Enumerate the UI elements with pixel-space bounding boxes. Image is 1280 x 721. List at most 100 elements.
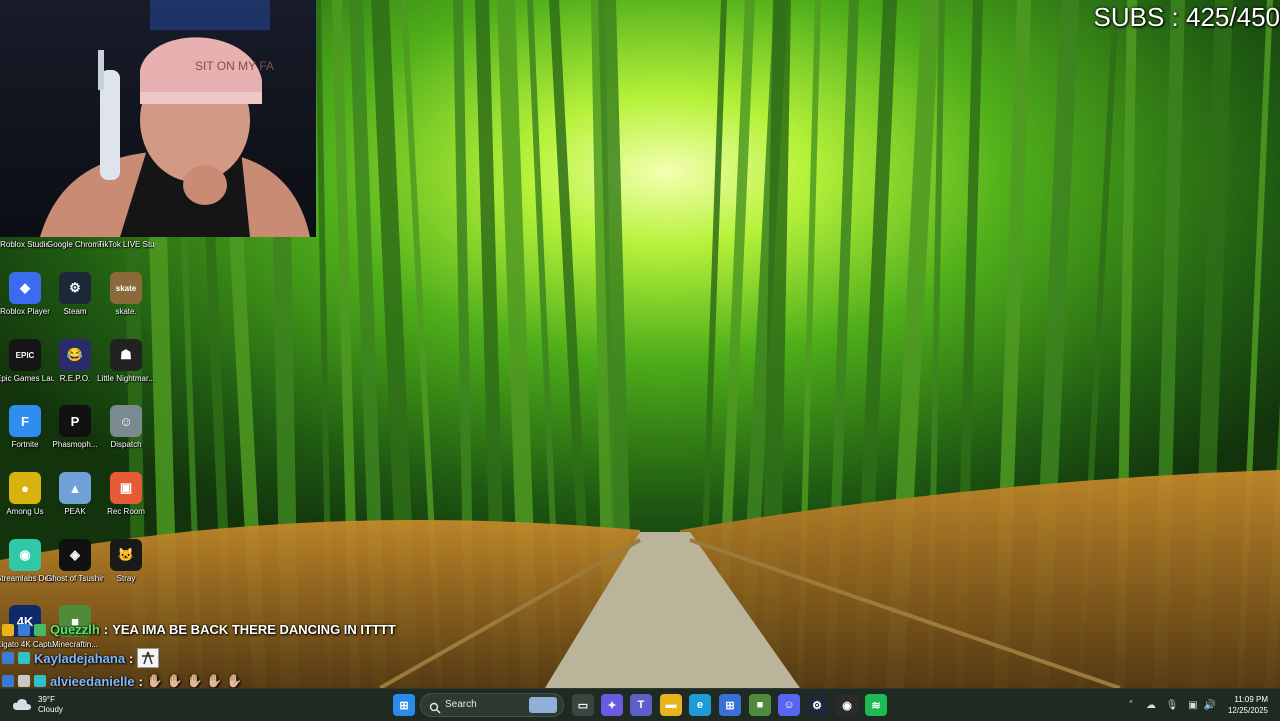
desktop-shortcut-label: PEAK (64, 507, 86, 516)
minecraft-icon: ■ (756, 699, 764, 711)
chat-separator: : (103, 622, 109, 637)
chat-badge-icon (34, 675, 46, 687)
desktop-shortcut-label: skate. (115, 307, 137, 316)
folder-icon: ▬ (665, 699, 677, 711)
search-icon (429, 699, 441, 714)
desktop-shortcut[interactable]: skate skate. (101, 272, 151, 338)
spotify-button[interactable]: ≋ (865, 694, 887, 716)
desktop-shortcut-label: Ghost of Tsushima ... (46, 574, 104, 583)
store-button[interactable]: ⊞ (719, 694, 741, 716)
among-us-icon: ● (9, 472, 41, 504)
dancer-emote-icon (137, 648, 160, 668)
epic-games-icon: EPIC (9, 339, 41, 371)
chat-badge-icon (2, 623, 14, 636)
chat-message: Quezzlh : YEA IMA BE BACK THERE DANCING … (2, 622, 396, 637)
desktop-shortcut[interactable]: ◈ Ghost of Tsushima ... (46, 539, 104, 605)
onedrive-cloud-icon[interactable]: ☁ (1144, 698, 1158, 712)
edge-button[interactable]: e (689, 694, 711, 716)
weather-condition: Cloudy (38, 705, 63, 714)
store-icon: ⊞ (725, 699, 735, 712)
desktop-shortcut[interactable]: ▣ Rec Room (101, 472, 151, 538)
desktop-shortcut[interactable]: ● Among Us (0, 472, 50, 538)
search-placeholder: Search (445, 699, 477, 710)
cloudy-weather-icon (12, 697, 32, 713)
chat-badge-icon (2, 675, 14, 687)
teams-button[interactable]: T (630, 694, 652, 716)
task-view-button[interactable]: ▭ (572, 694, 594, 716)
microphone-icon[interactable]: 🎙 (1165, 698, 1179, 712)
discord-button[interactable]: ☺ (778, 694, 800, 716)
fortnite-icon: F (9, 405, 41, 437)
minecraft-launcher-button[interactable]: ■ (749, 694, 771, 716)
steam-icon: ⚙ (812, 699, 822, 712)
little-nightmares-icon: ☗ (110, 339, 142, 371)
weather-temperature: 39°F (38, 695, 55, 704)
desktop-shortcut[interactable]: ▲ PEAK (50, 472, 100, 538)
desktop-shortcut[interactable]: F Fortnite (0, 405, 50, 471)
steam-button[interactable]: ⚙ (806, 694, 828, 716)
desktop-shortcut-label: Steam (63, 307, 87, 316)
desktop-shortcut[interactable]: ◉Streamlabs Desktop (0, 539, 54, 605)
desktop-icon-label-roblox-studio[interactable]: Roblox Studio (0, 240, 53, 250)
desktop-shortcut[interactable]: ◆ Roblox Player (0, 272, 50, 338)
copilot-icon: ✦ (607, 699, 617, 712)
rec-room-icon: ▣ (110, 472, 142, 504)
chat-message: alvieedanielle : ✋🏼 ✋🏼 ✋🏼 ✋🏼 ✋🏼 (2, 673, 242, 689)
show-hidden-icons-chevron-icon[interactable]: ˄ (1124, 698, 1138, 712)
weather-widget[interactable]: 39°F Cloudy (4, 689, 94, 721)
windows-start-icon: ⊞ (399, 699, 409, 712)
desktop-shortcut[interactable]: P Phasmoph... (50, 405, 100, 471)
roblox-player-icon: ◆ (9, 272, 41, 304)
spotify-icon: ≋ (871, 699, 881, 712)
desktop-shortcut[interactable]: ⚙ Steam (50, 272, 100, 338)
start-button[interactable]: ⊞ (393, 694, 415, 716)
task-view-icon: ▭ (577, 699, 589, 712)
file-explorer-button[interactable]: ▬ (660, 694, 682, 716)
desktop-shortcut-label: Phasmoph... (52, 440, 98, 449)
search-highlight-icon (529, 697, 557, 713)
desktop-shortcut[interactable]: ☺ Dispatch (101, 405, 151, 471)
skate-icon: skate (110, 272, 142, 304)
chat-message-text: YEA IMA BE BACK THERE DANCING IN ITTTT (112, 622, 396, 637)
edge-icon: e (696, 699, 704, 711)
phasmophobia-icon: P (59, 405, 91, 437)
desktop-shortcut-label: Rec Room (107, 507, 145, 516)
chat-separator: : (138, 673, 143, 689)
chat-username: alvieedanielle (50, 673, 135, 689)
chat-badge-icon (34, 623, 46, 636)
peak-icon: ▲ (59, 472, 91, 504)
ghost-of-tsushima-icon: ◈ (59, 539, 91, 571)
discord-icon: ☺ (783, 699, 795, 711)
windows-taskbar: 39°F Cloudy ⊞ ▭ ✦ T ▬ e ⊞ ■ ☺ ⚙ ◉ ≋ Search ˄ ☁ 🎙 ▣ … (0, 688, 1280, 721)
streamer-webcam-image: SIT ON MY FA (0, 0, 316, 237)
chat-badge-icon (18, 652, 30, 664)
teams-icon: T (637, 699, 645, 711)
desktop-shortcut[interactable]: ☗ Little Nightmar... (97, 339, 155, 405)
desktop-shortcut-label: Little Nightmar... (97, 374, 155, 383)
repo-icon: 😂 (59, 339, 91, 371)
chat-badge-icon (2, 652, 14, 664)
chat-message: Kayladejahana : (2, 648, 160, 668)
chat-badge-icon (18, 623, 30, 636)
clock-date: 12/25/2025 (1227, 706, 1268, 715)
desktop-shortcut-label: Dispatch (110, 440, 142, 449)
chat-separator: : (129, 650, 134, 666)
streamlabs-icon: ◉ (9, 539, 41, 571)
desktop-icon-label-google-chrome[interactable]: Google Chrome (47, 240, 103, 250)
cap-text: SIT ON MY FA (195, 59, 274, 73)
dispatch-icon: ☺ (110, 405, 142, 437)
copilot-button[interactable]: ✦ (601, 694, 623, 716)
desktop-icon-label-tiktok-live-studio[interactable]: TikTok LIVE Studio (98, 240, 154, 250)
webcam-overlay: SIT ON MY FA (0, 0, 316, 237)
desktop-shortcut[interactable]: 🐱 Stray (101, 539, 151, 605)
chat-username: Quezzlh (50, 622, 100, 637)
taskbar-search-box[interactable]: Search (420, 693, 564, 717)
desktop-shortcut[interactable]: 😂 R.E.P.O. (50, 339, 100, 405)
stray-icon: 🐱 (110, 539, 142, 571)
subs-goal-counter: SUBS : 425/450 (1093, 2, 1280, 32)
clock-time: 11:09 PM (1234, 695, 1268, 704)
desktop-shortcut[interactable]: EPICEpic Games Launcher (0, 339, 54, 405)
network-icon[interactable]: ▣ (1186, 698, 1200, 712)
obs-button[interactable]: ◉ (836, 694, 858, 716)
chat-message-text: ✋🏼 ✋🏼 ✋🏼 ✋🏼 ✋🏼 (146, 673, 243, 688)
